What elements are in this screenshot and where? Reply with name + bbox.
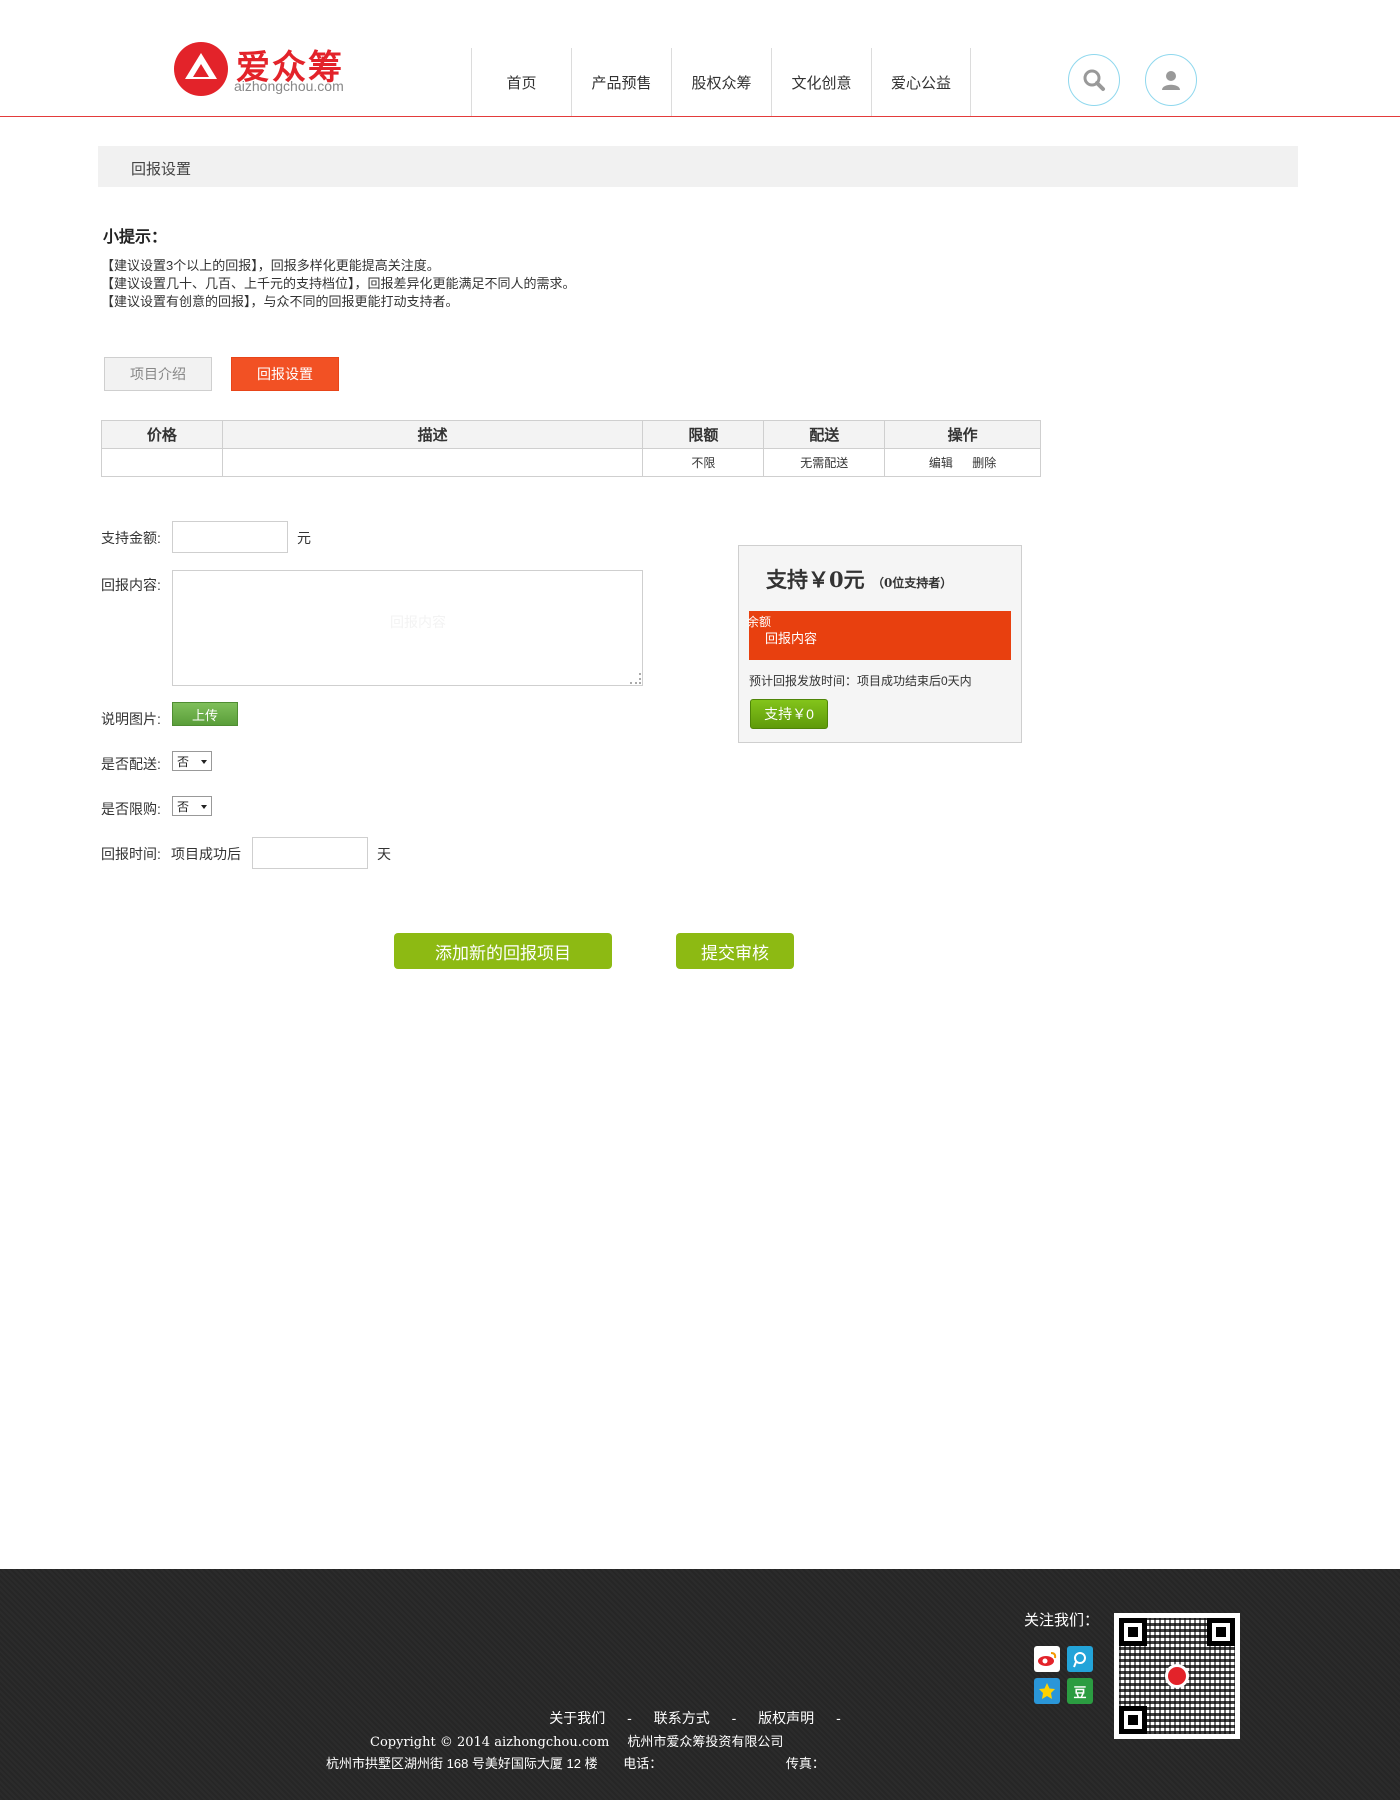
logo[interactable]: 爱众筹 aizhongchou.com bbox=[174, 40, 344, 100]
tab-project-intro[interactable]: 项目介绍 bbox=[104, 357, 212, 391]
address-text: 杭州市拱墅区湖州街 168 号美好国际大厦 12 楼 bbox=[326, 1756, 598, 1771]
tip-line: 【建议设置有创意的回报】，与众不同的回报更能打动支持者。 bbox=[101, 294, 459, 309]
delete-link[interactable]: 删除 bbox=[972, 456, 996, 470]
content-label: 回报内容: bbox=[101, 577, 161, 593]
reward-time-prefix: 项目成功后 bbox=[171, 846, 241, 862]
cell-delivery: 无需配送 bbox=[763, 448, 886, 477]
reward-days-input[interactable] bbox=[252, 837, 368, 869]
search-button[interactable] bbox=[1068, 54, 1120, 106]
breadcrumb: 回报设置 bbox=[98, 146, 1298, 187]
nav-item-culture[interactable]: 文化创意 bbox=[771, 48, 871, 116]
footer-copyright: Copyright © 2014 aizhongchou.com 杭州市爱众筹投… bbox=[370, 1731, 783, 1750]
purchase-limit-label: 是否限购: bbox=[101, 801, 161, 817]
chevron-down-icon bbox=[201, 760, 207, 764]
tips-title: 小提示： bbox=[103, 227, 168, 246]
weibo-glyph-icon bbox=[1038, 1652, 1057, 1666]
image-label: 说明图片: bbox=[101, 711, 161, 727]
delivery-select[interactable]: 否 bbox=[172, 751, 212, 771]
column-header-limit: 限额 bbox=[642, 420, 765, 449]
reward-time-label: 回报时间: bbox=[101, 846, 161, 862]
star-icon bbox=[1039, 1683, 1055, 1699]
follow-us-label: 关注我们： bbox=[1024, 1612, 1100, 1629]
chevron-down-icon bbox=[201, 805, 207, 809]
footer-separator: - bbox=[836, 1710, 841, 1726]
company-name: 杭州市爱众筹投资有限公司 bbox=[627, 1734, 784, 1749]
logo-mark-icon bbox=[174, 42, 228, 96]
search-icon bbox=[1083, 69, 1105, 91]
table-row: 不限 无需配送 编辑 删除 bbox=[101, 448, 1041, 477]
user-button[interactable] bbox=[1145, 54, 1197, 106]
preview-content-text: 回报内容 bbox=[765, 631, 818, 646]
amount-label: 支持金额: bbox=[101, 530, 161, 546]
amount-unit: 元 bbox=[297, 530, 311, 546]
tip-line: 【建议设置3个以上的回报】，回报多样化更能提高关注度。 bbox=[101, 258, 440, 273]
tab-reward-settings[interactable]: 回报设置 bbox=[231, 357, 339, 391]
edit-link[interactable]: 编辑 bbox=[929, 456, 953, 470]
qzone-icon[interactable] bbox=[1034, 1678, 1060, 1704]
add-reward-button[interactable]: 添加新的回报项目 bbox=[394, 933, 612, 969]
column-header-delivery: 配送 bbox=[763, 420, 886, 449]
upload-button[interactable]: 上传 bbox=[172, 702, 238, 726]
reward-preview-card: 支持￥0元 （0位支持者） 余额 回报内容 预计回报发放时间：项目成功结束后0天… bbox=[738, 545, 1022, 743]
preview-supporters: （0位支持者） bbox=[871, 576, 953, 590]
tencent-weibo-icon[interactable] bbox=[1067, 1646, 1093, 1672]
user-icon bbox=[1162, 71, 1180, 90]
column-header-description: 描述 bbox=[221, 420, 644, 449]
amount-input[interactable] bbox=[172, 521, 288, 553]
qr-logo-icon bbox=[1165, 1664, 1189, 1688]
submit-review-button[interactable]: 提交审核 bbox=[676, 933, 794, 969]
breadcrumb-current: 回报设置 bbox=[131, 161, 192, 178]
footer-links: 关于我们 - 联系方式 - 版权声明 - bbox=[0, 1708, 1400, 1728]
nav-item-presale[interactable]: 产品预售 bbox=[571, 48, 671, 116]
footer-link-contact[interactable]: 联系方式 bbox=[654, 1710, 710, 1726]
qr-corner bbox=[1119, 1618, 1147, 1646]
footer-separator: - bbox=[731, 1710, 737, 1726]
column-header-price: 价格 bbox=[101, 420, 223, 449]
site-footer: 关注我们： 豆 关于我们 - 联系方式 - 版权声明 - Copyright ©… bbox=[0, 1569, 1400, 1800]
cell-description bbox=[221, 448, 644, 477]
phone-label: 电话： bbox=[623, 1756, 663, 1771]
delivery-label: 是否配送: bbox=[101, 756, 161, 772]
footer-address: 杭州市拱墅区湖州街 168 号美好国际大厦 12 楼 电话： 传真： bbox=[326, 1753, 825, 1772]
nav-item-charity[interactable]: 爱心公益 bbox=[871, 48, 971, 116]
nav-item-equity[interactable]: 股权众筹 bbox=[671, 48, 771, 116]
content-placeholder: 回报内容 bbox=[390, 614, 446, 630]
fax-label: 传真： bbox=[785, 1756, 825, 1771]
footer-link-copyright[interactable]: 版权声明 bbox=[758, 1710, 814, 1726]
preview-title: 支持￥0元 （0位支持者） bbox=[766, 564, 952, 594]
douban-icon[interactable]: 豆 bbox=[1067, 1678, 1093, 1704]
tencent-weibo-glyph-icon bbox=[1073, 1652, 1086, 1668]
qr-corner bbox=[1207, 1618, 1235, 1646]
nav-item-home[interactable]: 首页 bbox=[471, 48, 571, 116]
footer-separator: - bbox=[627, 1710, 632, 1726]
site-header: 爱众筹 aizhongchou.com 首页 产品预售 股权众筹 文化创意 爱心… bbox=[0, 0, 1400, 117]
reward-days-unit: 天 bbox=[377, 846, 391, 862]
preview-support-button[interactable]: 支持￥0 bbox=[750, 699, 828, 729]
delivery-select-value: 否 bbox=[177, 754, 190, 769]
column-header-actions: 操作 bbox=[884, 420, 1041, 449]
main-nav: 首页 产品预售 股权众筹 文化创意 爱心公益 bbox=[471, 48, 971, 116]
purchase-limit-select[interactable]: 否 bbox=[172, 796, 212, 816]
reward-table: 价格 描述 限额 配送 操作 不限 无需配送 编辑 删除 bbox=[101, 420, 1041, 477]
cell-price bbox=[101, 448, 223, 477]
weibo-icon[interactable] bbox=[1034, 1646, 1060, 1672]
table-header-row: 价格 描述 限额 配送 操作 bbox=[101, 420, 1041, 449]
cell-limit: 不限 bbox=[642, 448, 765, 477]
resize-grip-icon[interactable] bbox=[630, 673, 641, 684]
preview-content-box: 余额 回报内容 bbox=[747, 611, 1011, 660]
footer-link-about[interactable]: 关于我们 bbox=[549, 1710, 605, 1726]
logo-domain: aizhongchou.com bbox=[234, 78, 344, 94]
preview-amount: 支持￥0元 bbox=[766, 567, 865, 592]
purchase-limit-select-value: 否 bbox=[177, 799, 190, 814]
preview-delivery-time: 预计回报发放时间：项目成功结束后0天内 bbox=[749, 674, 972, 688]
cell-actions: 编辑 删除 bbox=[884, 448, 1041, 477]
tip-line: 【建议设置几十、几百、上千元的支持档位】，回报差异化更能满足不同人的需求。 bbox=[101, 276, 576, 291]
copyright-text: Copyright © 2014 aizhongchou.com bbox=[370, 1735, 610, 1750]
